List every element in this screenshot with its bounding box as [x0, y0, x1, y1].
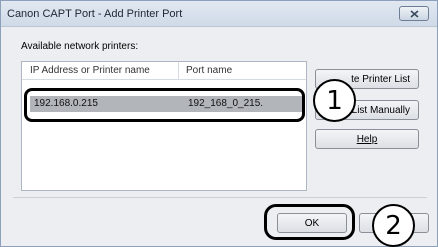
column-divider[interactable] — [178, 62, 179, 79]
callout-number-1: 1 — [313, 79, 356, 122]
title-bar: Canon CAPT Port - Add Printer Port — [1, 1, 437, 27]
add-printer-port-dialog: Canon CAPT Port - Add Printer Port Avail… — [0, 0, 438, 247]
port-name-cell: 192_168_0_215. — [188, 98, 264, 109]
printer-list[interactable]: IP Address or Printer name Port name 192… — [21, 61, 307, 191]
callout-number-2: 2 — [372, 204, 415, 247]
column-ip-address[interactable]: IP Address or Printer name — [30, 65, 150, 76]
window-title: Canon CAPT Port - Add Printer Port — [7, 8, 183, 20]
available-printers-label: Available network printers: — [21, 41, 139, 52]
separator — [13, 197, 427, 198]
list-header: IP Address or Printer name Port name — [22, 62, 306, 80]
column-port-name[interactable]: Port name — [186, 65, 232, 76]
help-button-label: Help — [356, 133, 378, 145]
ok-button[interactable]: OK — [277, 213, 347, 233]
list-item[interactable]: 192.168.0.215 192_168_0_215. — [30, 96, 302, 112]
help-button[interactable]: Help — [315, 129, 419, 149]
close-button[interactable] — [399, 6, 429, 21]
close-icon — [409, 9, 419, 18]
printer-ip-cell: 192.168.0.215 — [34, 98, 98, 109]
